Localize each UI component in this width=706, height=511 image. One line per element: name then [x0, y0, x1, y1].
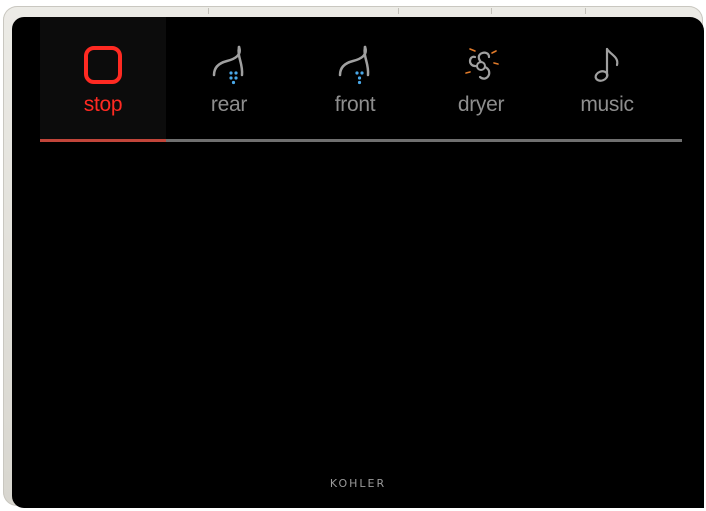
rear-wash-spray-icon — [209, 45, 249, 85]
content-area — [12, 143, 704, 473]
front-wash-spray-icon — [335, 45, 375, 85]
tab-stop[interactable]: stop — [40, 17, 166, 139]
bezel-seam — [208, 8, 209, 14]
stop-square-icon — [83, 45, 123, 85]
brand-logo: KOHLER — [329, 477, 387, 490]
tab-front[interactable]: front — [292, 17, 418, 139]
tab-bar: stop rear front dryer music — [40, 17, 680, 139]
music-note-icon — [587, 45, 627, 85]
tab-dryer-label: dryer — [457, 93, 505, 116]
bezel-seam — [585, 8, 586, 14]
dryer-fan-icon — [461, 45, 501, 85]
bezel-seam — [491, 8, 492, 14]
tab-stop-label: stop — [83, 93, 123, 116]
tab-dryer[interactable]: dryer — [418, 17, 544, 139]
tab-rear-label: rear — [210, 93, 248, 116]
tab-front-label: front — [334, 93, 376, 116]
tab-music-label: music — [580, 93, 634, 116]
tab-music[interactable]: music — [544, 17, 670, 139]
tab-rear[interactable]: rear — [166, 17, 292, 139]
active-tab-indicator — [40, 139, 166, 142]
tab-underline — [40, 139, 682, 142]
bezel-seam — [398, 8, 399, 14]
touch-screen: stop rear front dryer music KOHLER — [12, 17, 704, 508]
